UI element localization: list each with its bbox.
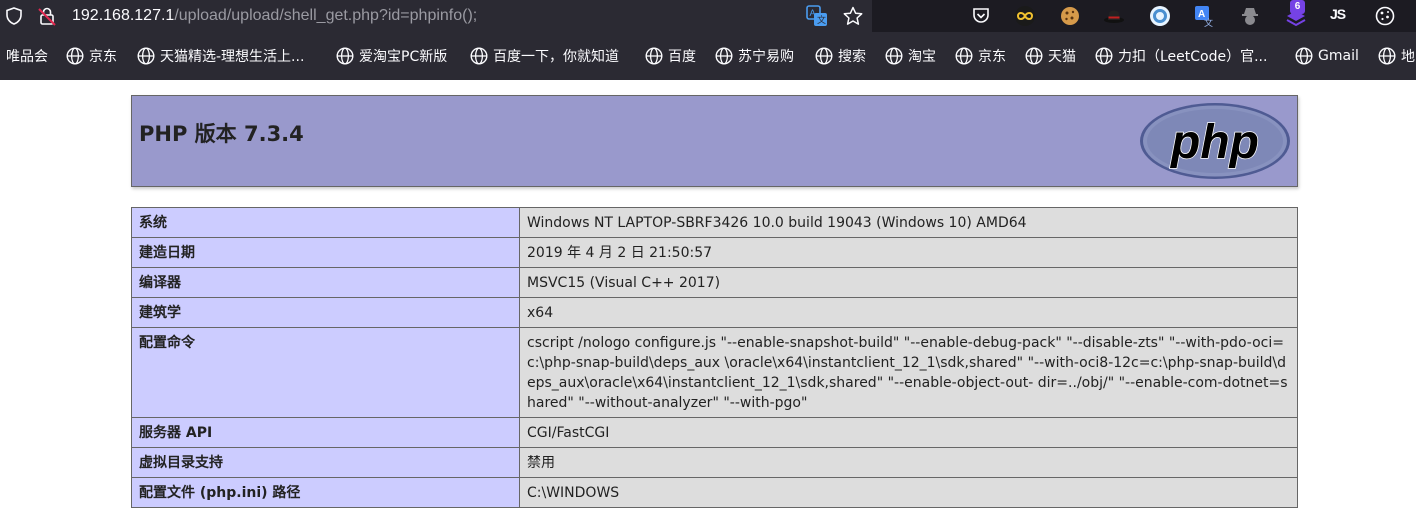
globe-icon (137, 47, 155, 65)
bookmark-label: 唯品会 (6, 49, 48, 65)
bookmark-item[interactable]: 苏宁易购 (715, 44, 794, 68)
shield-icon[interactable] (4, 6, 24, 26)
info-table: 系统 Windows NT LAPTOP-SBRF3426 10.0 build… (131, 207, 1298, 508)
globe-icon (1025, 47, 1043, 65)
bookmark-item[interactable]: 淘宝 (885, 44, 936, 68)
bookmark-label: 爱淘宝PC新版 (359, 49, 448, 65)
bookmark-label: 京东 (978, 49, 1006, 65)
globe-icon (66, 47, 84, 65)
bookmark-item[interactable]: 唯品会 (6, 44, 48, 68)
row-value: Windows NT LAPTOP-SBRF3426 10.0 build 19… (519, 207, 1298, 238)
infinity-extension-icon[interactable] (1013, 4, 1037, 28)
bookmark-label: 百度一下，你就知道 (493, 49, 619, 65)
bookmark-item[interactable]: Gmail (1295, 44, 1359, 68)
bookmark-item[interactable]: 百度一下，你就知道 (470, 44, 619, 68)
bookmark-item[interactable]: 京东 (955, 44, 1006, 68)
bookmark-label: Gmail (1318, 48, 1359, 64)
globe-icon (815, 47, 833, 65)
row-value: 2019 年 4 月 2 日 21:50:57 (519, 237, 1298, 268)
extension-badge: 6 (1290, 0, 1305, 14)
bookmarks-toolbar: 唯品会 京东 天猫精选-理想生活上... 爱淘宝PC新版 百度一下，你就知道 百… (0, 32, 1416, 80)
bookmark-item[interactable]: 天猫精选-理想生活上... (137, 44, 304, 68)
svg-text:文: 文 (1204, 17, 1213, 27)
url-text[interactable]: 192.168.127.1/upload/upload/shell_get.ph… (72, 6, 477, 26)
row-value: CGI/FastCGI (519, 417, 1298, 448)
php-logo[interactable]: php (1139, 102, 1291, 180)
bookmark-label: 力扣（LeetCode）官... (1118, 49, 1268, 65)
bookmark-item[interactable]: 京东 (66, 44, 117, 68)
pocket-icon[interactable] (969, 4, 993, 28)
table-row: 建造日期 2019 年 4 月 2 日 21:50:57 (131, 237, 1298, 268)
table-row: 系统 Windows NT LAPTOP-SBRF3426 10.0 build… (131, 207, 1298, 238)
translate-icon[interactable]: A文 (804, 3, 830, 29)
table-row: 编译器 MSVC15 (Visual C++ 2017) (131, 267, 1298, 298)
php-logo-text: php (1169, 116, 1259, 169)
hat-extension-icon[interactable] (1102, 4, 1126, 28)
bookmark-label: 百度 (668, 49, 696, 65)
table-row: 配置命令 cscript /nologo configure.js "--ena… (131, 327, 1298, 418)
globe-icon (645, 47, 663, 65)
row-value: 禁用 (519, 447, 1298, 478)
ring-extension-icon[interactable] (1148, 4, 1172, 28)
php-version-header: PHP 版本 7.3.4 php (131, 95, 1298, 187)
insecure-lock-icon[interactable] (36, 5, 58, 27)
row-key: 配置文件 (php.ini) 路径 (131, 477, 520, 508)
row-key: 配置命令 (131, 327, 520, 418)
globe-icon (955, 47, 973, 65)
table-row: 配置文件 (php.ini) 路径 C:\WINDOWS (131, 477, 1298, 508)
cookie-outline-icon[interactable] (1373, 4, 1397, 28)
bookmark-label: 天猫精选-理想生活上... (160, 49, 305, 65)
bookmark-item[interactable]: 爱淘宝PC新版 (336, 44, 447, 68)
svg-text:A: A (810, 8, 816, 18)
globe-icon (470, 47, 488, 65)
bookmark-label: 京东 (89, 49, 117, 65)
globe-icon (885, 47, 903, 65)
row-key: 虚拟目录支持 (131, 447, 520, 478)
globe-icon (1095, 47, 1113, 65)
bookmark-label: 搜索 (838, 49, 866, 65)
cookie-icon[interactable] (1058, 4, 1082, 28)
bookmark-label: 天猫 (1048, 49, 1076, 65)
url-path: /upload/upload/shell_get.php?id=phpinfo(… (174, 7, 478, 24)
bookmark-label: 苏宁易购 (738, 49, 794, 65)
globe-icon (1378, 47, 1396, 65)
row-key: 建造日期 (131, 237, 520, 268)
url-host: 192.168.127.1 (72, 7, 175, 24)
table-row: 服务器 API CGI/FastCGI (131, 417, 1298, 448)
row-value: cscript /nologo configure.js "--enable-s… (519, 327, 1298, 418)
bookmark-item[interactable]: 力扣（LeetCode）官... (1095, 44, 1267, 68)
row-value: MSVC15 (Visual C++ 2017) (519, 267, 1298, 298)
row-key: 系统 (131, 207, 520, 238)
bookmark-item[interactable]: 百度 (645, 44, 696, 68)
bookmark-label: 地 (1401, 49, 1415, 65)
row-value: C:\WINDOWS (519, 477, 1298, 508)
bookmark-item[interactable]: 搜索 (815, 44, 866, 68)
table-row: 建筑学 x64 (131, 297, 1298, 328)
address-bar[interactable]: 192.168.127.1/upload/upload/shell_get.ph… (0, 0, 872, 32)
js-extension-icon[interactable]: JS (1330, 6, 1346, 22)
translator-extension-icon[interactable]: A文 (1192, 3, 1216, 29)
globe-icon (1295, 47, 1313, 65)
bookmark-star-icon[interactable] (840, 3, 866, 29)
row-key: 建筑学 (131, 297, 520, 328)
bookmark-item[interactable]: 地 (1378, 44, 1415, 68)
bookmark-label: 淘宝 (908, 49, 936, 65)
row-value: x64 (519, 297, 1298, 328)
globe-icon (336, 47, 354, 65)
row-key: 编译器 (131, 267, 520, 298)
spy-extension-icon[interactable] (1238, 4, 1262, 28)
browser-toolbar: 192.168.127.1/upload/upload/shell_get.ph… (0, 0, 1416, 32)
table-row: 虚拟目录支持 禁用 (131, 447, 1298, 478)
globe-icon (715, 47, 733, 65)
bookmark-item[interactable]: 天猫 (1025, 44, 1076, 68)
page-title: PHP 版本 7.3.4 (139, 122, 304, 146)
row-key: 服务器 API (131, 417, 520, 448)
svg-text:文: 文 (817, 14, 826, 26)
